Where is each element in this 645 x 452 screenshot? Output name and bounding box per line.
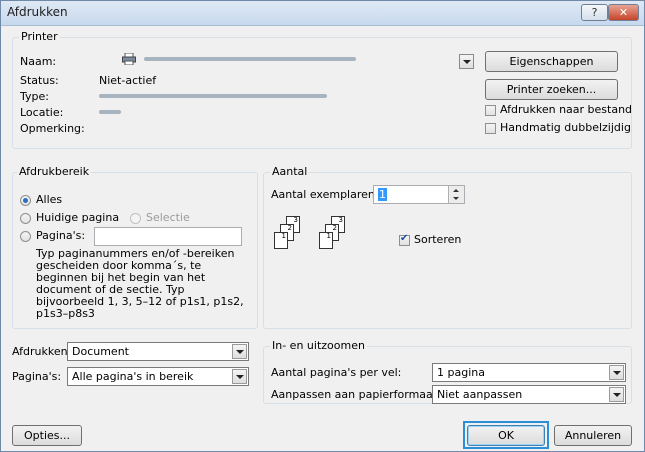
current-page-radio[interactable] xyxy=(20,213,31,224)
all-pages-label[interactable]: Alles xyxy=(36,193,62,206)
scale-select[interactable]: Niet aanpassen xyxy=(432,385,626,404)
type-value-redacted xyxy=(99,94,327,98)
copies-count-label: Aantal exemplaren: xyxy=(271,188,379,201)
chevron-down-icon xyxy=(609,365,624,380)
ok-button[interactable]: OK xyxy=(467,425,545,446)
chevron-down-icon xyxy=(232,344,247,359)
collate-label[interactable]: Sorteren xyxy=(414,233,461,246)
scale-label: Aanpassen aan papierformaat: xyxy=(271,388,441,401)
zoom-group-label: In- en uitzoomen xyxy=(270,339,367,352)
print-to-file-label[interactable]: Afdrukken naar bestand xyxy=(500,103,632,116)
all-pages-radio[interactable] xyxy=(20,195,31,206)
pages-radio[interactable] xyxy=(20,231,31,242)
pages-per-sheet-value: 1 pagina xyxy=(437,366,485,379)
location-label: Locatie: xyxy=(20,106,64,119)
current-page-label[interactable]: Huidige pagina xyxy=(36,211,119,224)
copies-spinner[interactable] xyxy=(448,186,464,203)
pages-per-sheet-label: Aantal pagina's per vel: xyxy=(271,366,402,379)
printer-group-label: Printer xyxy=(19,30,60,43)
printer-select[interactable] xyxy=(105,52,475,71)
status-label: Status: xyxy=(20,74,59,87)
print-range-label: Afdrukbereik xyxy=(17,165,92,178)
manual-duplex-label[interactable]: Handmatig dubbelzijdig xyxy=(500,121,631,134)
pages-label[interactable]: Pagina's: xyxy=(36,229,85,242)
window-title: Afdrukken xyxy=(7,5,68,19)
print-pages-label: Pagina's: xyxy=(12,370,62,383)
title-bar[interactable]: Afdrukken ? ✕ xyxy=(1,1,644,26)
selection-label[interactable]: Selectie xyxy=(146,211,190,224)
manual-duplex-checkbox[interactable] xyxy=(485,123,496,134)
print-what-label: Afdrukken: xyxy=(12,345,72,358)
location-value-redacted xyxy=(99,110,121,114)
pages-input[interactable] xyxy=(94,227,242,246)
selection-radio[interactable] xyxy=(130,213,141,224)
find-printer-button[interactable]: Printer zoeken... xyxy=(485,79,618,100)
cancel-button[interactable]: Annuleren xyxy=(554,425,632,446)
name-label: Naam: xyxy=(20,55,57,68)
collate-checkbox[interactable] xyxy=(399,233,410,246)
pages-help-text: Typ paginanummers en/of -bereiken gesche… xyxy=(36,248,244,320)
chevron-down-icon xyxy=(459,54,474,69)
chevron-down-icon xyxy=(232,369,247,384)
print-what-value: Document xyxy=(72,345,129,358)
help-button[interactable]: ? xyxy=(581,4,608,21)
print-what-select[interactable]: Document xyxy=(67,342,249,361)
copies-count-value: 1 xyxy=(378,188,387,201)
copies-group-label: Aantal xyxy=(270,165,310,178)
chevron-down-icon xyxy=(609,387,624,402)
comment-label: Opmerking: xyxy=(20,122,85,135)
print-dialog: Afdrukken ? ✕ Printer Naam: Status: Niet… xyxy=(0,0,645,452)
print-pages-select[interactable]: Alle pagina's in bereik xyxy=(67,367,249,386)
options-button[interactable]: Opties... xyxy=(12,425,82,446)
collate-page-a1: 1 xyxy=(274,232,288,249)
close-button[interactable]: ✕ xyxy=(608,4,639,21)
print-to-file-checkbox[interactable] xyxy=(485,105,496,116)
print-pages-value: Alle pagina's in bereik xyxy=(72,370,194,383)
scale-value: Niet aanpassen xyxy=(437,388,523,401)
type-label: Type: xyxy=(20,90,49,103)
copies-count-input[interactable]: 1 xyxy=(373,185,465,204)
pages-per-sheet-select[interactable]: 1 pagina xyxy=(432,363,626,382)
help-line-6: p1s3–p8s3 xyxy=(36,307,95,320)
collate-page-b1: 1 xyxy=(319,232,333,249)
status-value: Niet-actief xyxy=(99,74,157,87)
properties-button[interactable]: Eigenschappen xyxy=(485,51,618,72)
